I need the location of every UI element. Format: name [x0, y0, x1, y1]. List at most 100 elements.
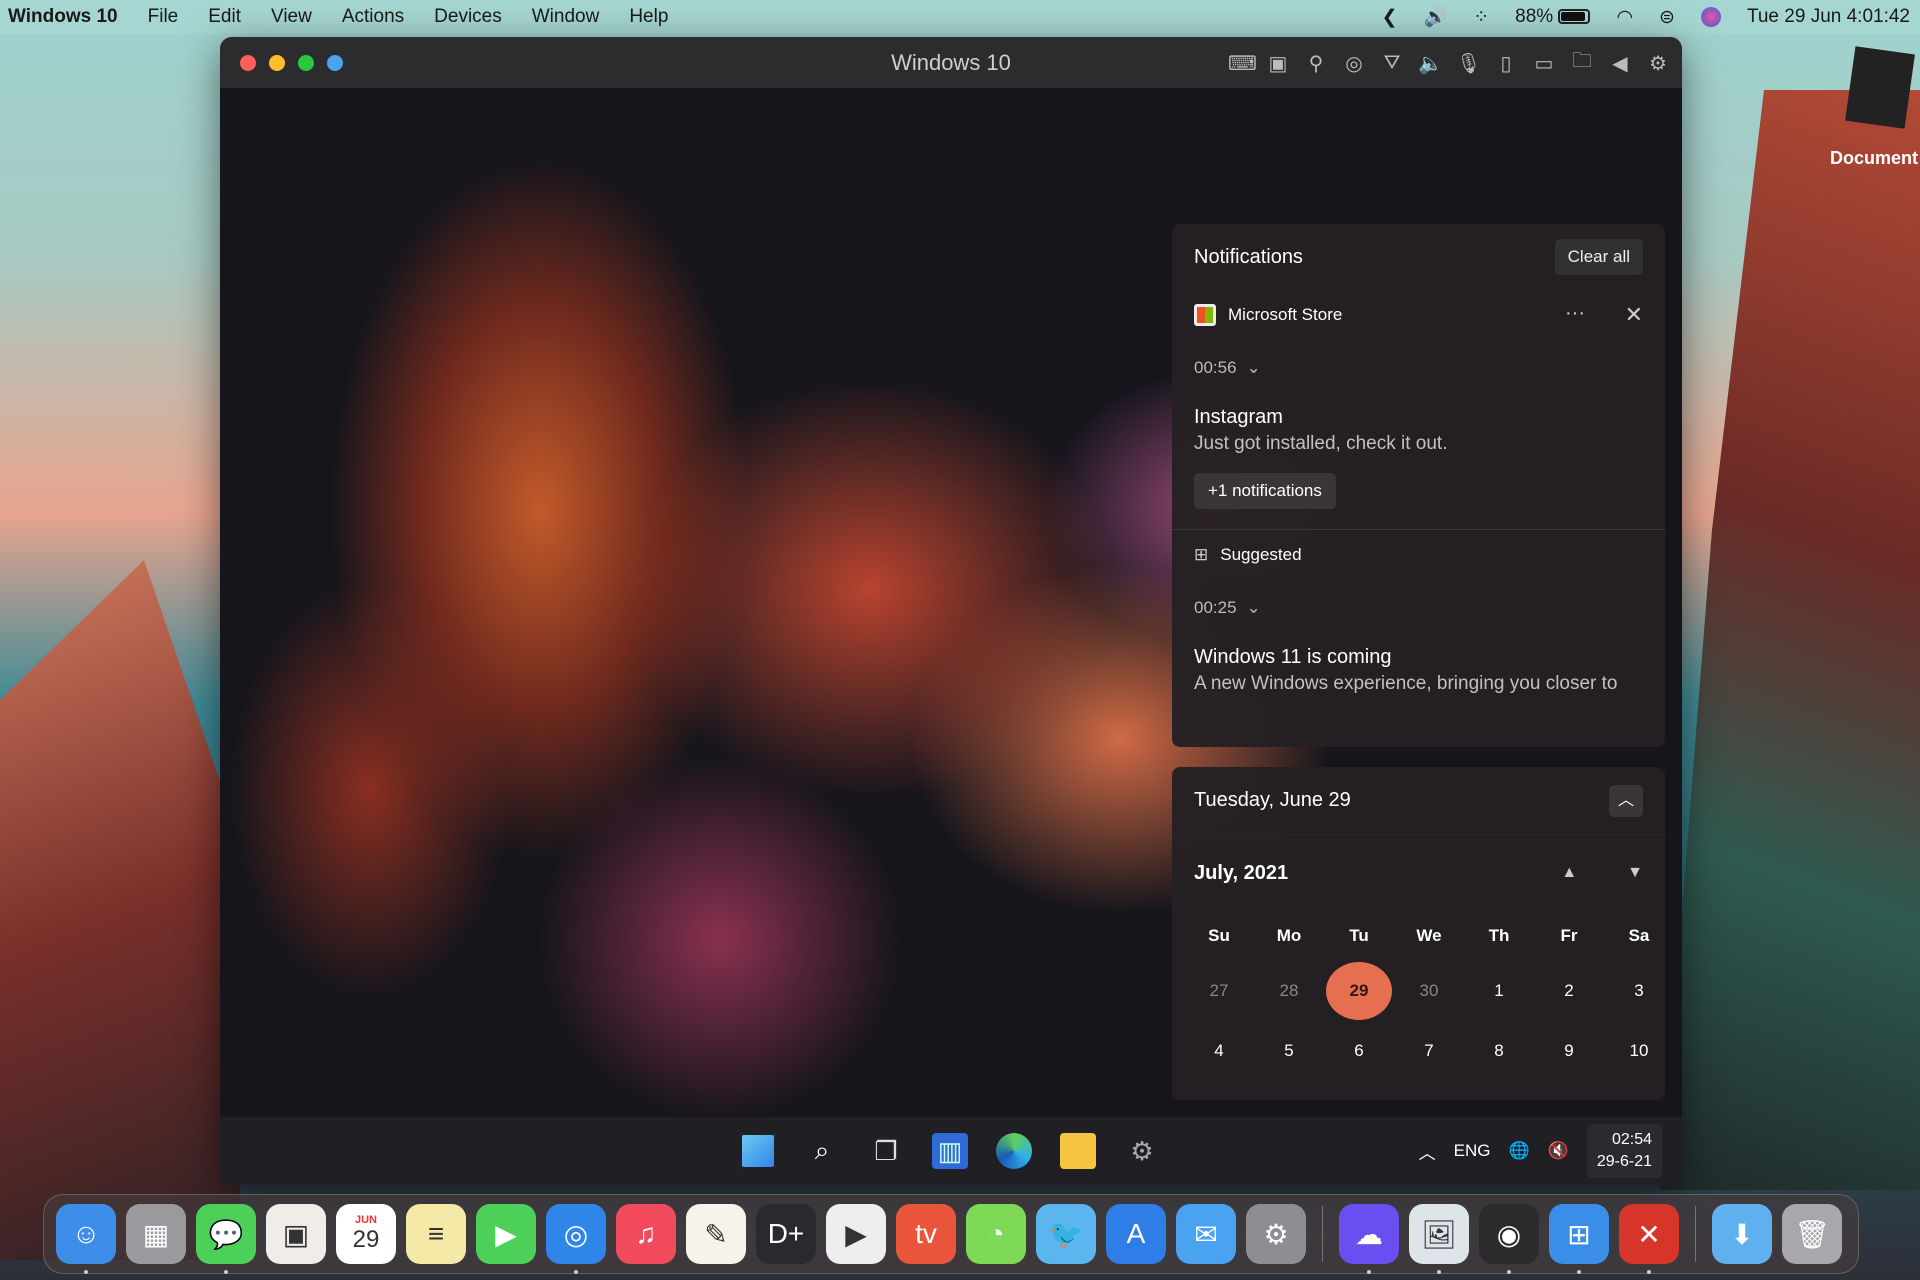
dock-steam-icon[interactable]: ◉	[1479, 1204, 1539, 1274]
network-icon[interactable]: ⛛	[1380, 52, 1404, 75]
dock-green-app-icon[interactable]: ◔	[966, 1204, 1026, 1264]
fullscreen-button[interactable]	[327, 55, 343, 71]
cpu-icon[interactable]: ▣	[1266, 51, 1290, 76]
dock-notes-icon[interactable]: ≡	[406, 1204, 466, 1264]
calendar-day[interactable]: 7	[1394, 1021, 1464, 1081]
menu-devices[interactable]: Devices	[434, 6, 502, 28]
taskbar-clock[interactable]: 02:54 29-6-21	[1586, 1124, 1662, 1178]
dock-music-icon[interactable]: ♫	[616, 1204, 676, 1264]
close-window-button[interactable]	[240, 55, 256, 71]
calendar-day[interactable]: 28	[1254, 961, 1324, 1021]
calendar-month[interactable]: July, 2021	[1194, 862, 1288, 885]
shared-folder-icon[interactable]: 🗀	[1570, 46, 1594, 80]
dock-tv-icon[interactable]: tv	[896, 1204, 956, 1264]
search-icon[interactable]: ⌕	[804, 1133, 840, 1169]
dock-photo-app-icon[interactable]: ▣	[266, 1204, 326, 1264]
menu-app-name[interactable]: Windows 10	[8, 6, 118, 28]
menu-file[interactable]: File	[148, 6, 179, 28]
dock-twitter-icon[interactable]: 🐦	[1036, 1204, 1096, 1264]
calendar-day[interactable]: 8	[1464, 1021, 1534, 1081]
menu-view[interactable]: View	[271, 6, 312, 28]
dock-disney-plus-icon[interactable]: D+	[756, 1204, 816, 1264]
calendar-day[interactable]: 10	[1604, 1021, 1674, 1081]
task-view-icon[interactable]: ❐	[868, 1133, 904, 1169]
clear-all-button[interactable]: Clear all	[1554, 239, 1643, 275]
settings-icon[interactable]: ⚙	[1124, 1133, 1160, 1169]
more-options-icon[interactable]: ···	[1565, 302, 1585, 325]
notification-group[interactable]: ⊞ Suggested 00:25 ⌄ Windows 11 is coming A…	[1172, 530, 1665, 695]
start-icon[interactable]	[740, 1133, 776, 1169]
dock-crossover-icon[interactable]: ✕	[1619, 1204, 1679, 1274]
document-file-label[interactable]: Document	[1830, 148, 1918, 169]
sound-icon[interactable]: 🔈	[1418, 51, 1443, 76]
dots-status-icon[interactable]: ⁘	[1473, 6, 1489, 29]
cd-icon[interactable]: ◎	[1342, 51, 1366, 76]
camera-icon[interactable]: ▭	[1532, 51, 1556, 76]
chevron-down-icon[interactable]: ⌄	[1247, 598, 1261, 618]
more-notifications-button[interactable]: +1 notifications	[1194, 473, 1336, 509]
menu-edit[interactable]: Edit	[208, 6, 241, 28]
siri-icon[interactable]	[1700, 7, 1721, 27]
show-hidden-icons-icon[interactable]: ︿	[1419, 1139, 1436, 1164]
dock-messages-icon[interactable]: 💬	[196, 1204, 256, 1274]
dock-finder-icon[interactable]: ☺	[56, 1204, 116, 1274]
notification-group[interactable]: Microsoft Store ··· ✕ 00:56 ⌄ Instagram J…	[1172, 290, 1665, 530]
calendar-day[interactable]: 6	[1324, 1021, 1394, 1081]
wifi-icon[interactable]: ◠	[1616, 6, 1633, 29]
menu-actions[interactable]: Actions	[342, 6, 404, 28]
collapse-arrow-icon[interactable]: ◀	[1608, 51, 1632, 76]
suggested-icon: ⊞	[1194, 545, 1209, 564]
menu-window[interactable]: Window	[532, 6, 600, 28]
language-indicator[interactable]: ENG	[1454, 1141, 1491, 1161]
dock-downloads-icon[interactable]: ⬇	[1712, 1204, 1772, 1264]
dock-system-preferences-icon[interactable]: ⚙	[1246, 1204, 1306, 1264]
calendar-day[interactable]: 4	[1184, 1021, 1254, 1081]
volume-muted-icon[interactable]: 🔇	[1548, 1141, 1569, 1161]
calendar-day[interactable]: 3	[1604, 961, 1674, 1021]
dock-pages-icon[interactable]: ✎	[686, 1204, 746, 1264]
dock-calendar-icon[interactable]: JUN 29	[336, 1204, 396, 1264]
network-disconnected-icon[interactable]: 🌐	[1509, 1141, 1530, 1161]
vm-titlebar[interactable]: Windows 10 ⌨ ▣ ⚲ ◎ ⛛ 🔈 🎙 ▯ ▭ 🗀 ◀ ⚙	[220, 37, 1682, 89]
previous-month-icon[interactable]: ▲	[1561, 864, 1577, 882]
microphone-icon[interactable]: 🎙	[1456, 51, 1481, 76]
file-explorer-icon[interactable]	[1060, 1133, 1096, 1169]
dock-safari-icon[interactable]: ◎	[546, 1204, 606, 1274]
dock-app-store-icon[interactable]: A	[1106, 1204, 1166, 1264]
collapse-calendar-button[interactable]: ︿	[1609, 784, 1643, 817]
calendar-day[interactable]: 30	[1394, 961, 1464, 1021]
minimize-window-button[interactable]	[269, 55, 285, 71]
dock-launchpad-icon[interactable]: ▦	[126, 1204, 186, 1264]
keyboard-icon[interactable]: ⌨	[1228, 51, 1257, 76]
calendar-day[interactable]: 2	[1534, 961, 1604, 1021]
calendar-day[interactable]: 1	[1464, 961, 1534, 1021]
dock-parallels-windows-icon[interactable]: ⊞	[1549, 1204, 1609, 1274]
calendar-day-today[interactable]: 29	[1324, 961, 1394, 1021]
windows-taskbar: ⌕ ❐ ▥ ⚙ ︿ ENG 🌐 🔇 02:54 29-6-21	[220, 1117, 1682, 1185]
usb-icon[interactable]: ⚲	[1304, 51, 1328, 76]
dock-facetime-icon[interactable]: ▶	[476, 1204, 536, 1264]
menu-help[interactable]: Help	[629, 6, 668, 28]
volume-icon[interactable]: 🔊	[1424, 5, 1448, 29]
battery-status[interactable]: 88%	[1515, 6, 1591, 28]
calendar-day[interactable]: 27	[1184, 961, 1254, 1021]
next-month-icon[interactable]: ▼	[1627, 864, 1643, 882]
chevron-left-icon[interactable]: ❮	[1382, 6, 1398, 29]
calendar-day[interactable]: 5	[1254, 1021, 1324, 1081]
hard-disk-icon[interactable]: ▯	[1494, 51, 1518, 76]
dock-video-player-icon[interactable]: ▶	[826, 1204, 886, 1264]
dock-mail-icon[interactable]: ✉	[1176, 1204, 1236, 1264]
chevron-down-icon[interactable]: ⌄	[1247, 358, 1261, 378]
calendar-day[interactable]: 9	[1534, 1021, 1604, 1081]
widgets-icon[interactable]: ▥	[932, 1133, 968, 1169]
menubar-clock[interactable]: Tue 29 Jun 4:01:42	[1747, 6, 1910, 28]
edge-icon[interactable]	[996, 1133, 1032, 1169]
zoom-window-button[interactable]	[298, 55, 314, 71]
control-center-icon[interactable]: ⊜	[1659, 6, 1675, 29]
settings-gear-icon[interactable]: ⚙	[1646, 51, 1670, 76]
dock-proxy-app-icon[interactable]: ☁	[1339, 1204, 1399, 1274]
document-file-icon[interactable]	[1845, 46, 1915, 129]
dock-trash-icon[interactable]: 🗑	[1782, 1204, 1842, 1264]
close-icon[interactable]: ✕	[1625, 302, 1643, 328]
dock-preview-icon[interactable]: 🖼	[1409, 1204, 1469, 1274]
